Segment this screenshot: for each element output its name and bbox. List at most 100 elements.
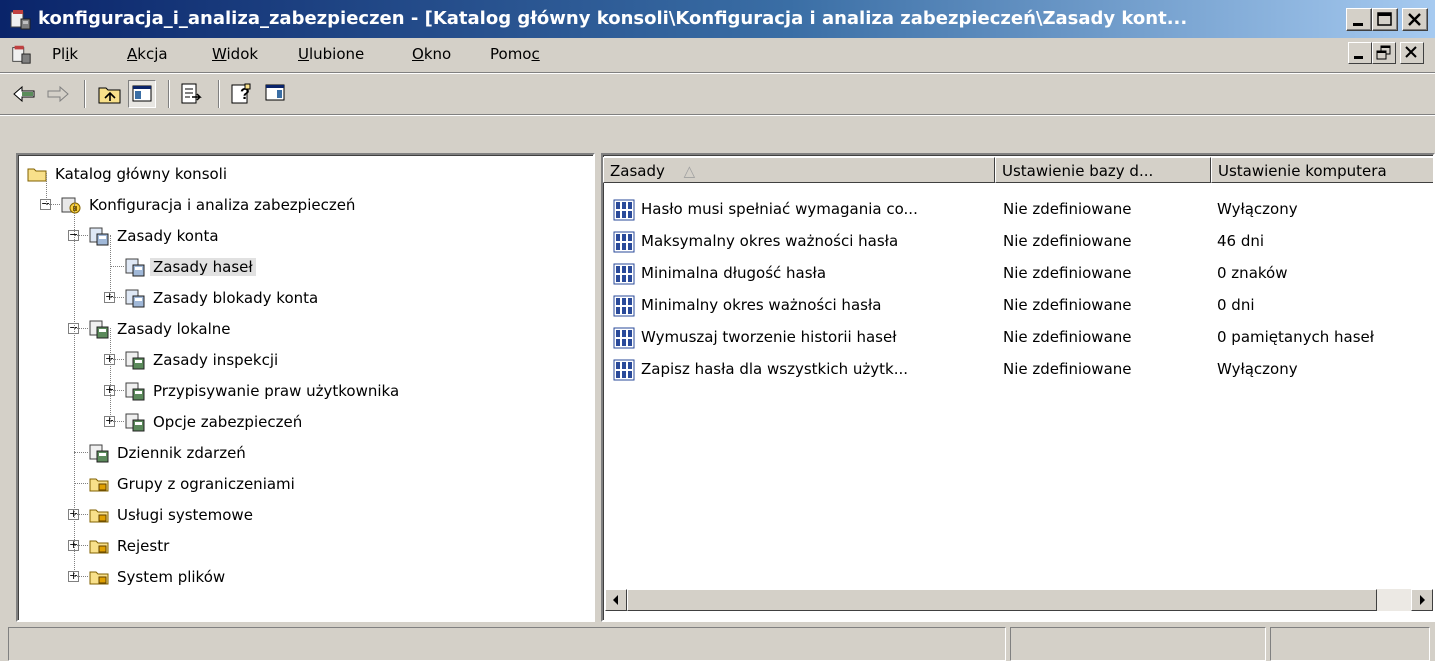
policy-name: Zapisz hasła dla wszystkich użytk... xyxy=(641,360,909,378)
menu-okno-label: Okno xyxy=(412,45,452,63)
db-setting-value: Nie zdefiniowane xyxy=(1003,264,1132,282)
tree-connector xyxy=(110,266,124,268)
tree-item[interactable]: Usługi systemowe xyxy=(88,500,256,528)
minimize-button[interactable] xyxy=(1346,8,1372,31)
tree-item[interactable]: System plików xyxy=(88,562,228,590)
computer-setting-value: Wyłączony xyxy=(1217,200,1298,218)
forward-icon xyxy=(47,85,69,103)
export-list-icon xyxy=(181,83,202,104)
maximize-icon xyxy=(1377,12,1392,26)
title-bar[interactable]: konfiguracja_i_analiza_zabezpieczen - [K… xyxy=(0,0,1435,38)
computer-setting-value: 0 pamiętanych haseł xyxy=(1217,328,1375,346)
tree-item[interactable]: Zasady inspekcji xyxy=(124,345,281,373)
tree-item[interactable]: Przypisywanie praw użytkownika xyxy=(124,376,402,404)
tree-item[interactable]: Dziennik zdarzeń xyxy=(88,438,249,466)
minimize-icon xyxy=(1354,56,1363,59)
tree-item[interactable]: Grupy z ograniczeniami xyxy=(88,469,298,497)
policy-folder-icon xyxy=(125,258,145,276)
toolbar-separator xyxy=(218,80,220,108)
scroll-right-button[interactable] xyxy=(1411,589,1433,611)
policy-row[interactable]: Minimalna długość hasła Nie zdefiniowane 0… xyxy=(603,257,1433,289)
forward-button[interactable] xyxy=(44,80,72,108)
tree-item[interactable]: Zasady konta xyxy=(88,221,222,249)
child-close-button[interactable] xyxy=(1400,42,1424,64)
up-one-level-button[interactable] xyxy=(96,80,124,108)
child-minimize-button[interactable] xyxy=(1348,42,1372,64)
folder-icon xyxy=(27,168,47,181)
accelerator-key: W xyxy=(212,45,227,63)
policy-setting-icon xyxy=(613,295,635,317)
back-icon xyxy=(13,85,35,103)
tree-connector xyxy=(46,204,60,206)
tree-item-label: Przypisywanie praw użytkownika xyxy=(153,381,400,400)
tree-item[interactable]: Opcje zabezpieczeń xyxy=(124,407,305,435)
menu-okno[interactable]: Okno xyxy=(412,45,451,63)
tree-connector xyxy=(74,235,88,237)
mmc-app-icon xyxy=(10,10,31,30)
show-hide-action-pane-button[interactable] xyxy=(262,80,290,108)
accelerator-key: U xyxy=(298,45,309,63)
scroll-thumb[interactable] xyxy=(627,589,1377,611)
tree-item[interactable]: Zasady blokady konta xyxy=(124,283,321,311)
window-title: konfiguracja_i_analiza_zabezpieczen - [K… xyxy=(38,8,1188,29)
tree-item-label: Grupy z ograniczeniami xyxy=(117,474,295,493)
child-restore-button[interactable] xyxy=(1372,42,1396,64)
column-header-zasady-label: Zasady xyxy=(610,162,665,180)
policy-row[interactable]: Maksymalny okres ważności hasła Nie zdefi… xyxy=(603,225,1433,257)
accelerator-key: c xyxy=(531,45,540,63)
console-tree[interactable]: Katalog główny konsoli Konfiguracja i ana… xyxy=(16,153,595,622)
child-window-icon[interactable] xyxy=(10,43,32,65)
menu-pomoc-label: Pomoc xyxy=(490,45,540,63)
tree-item[interactable]: Konfiguracja i analiza zabezpieczeń xyxy=(60,190,358,218)
close-button[interactable] xyxy=(1402,8,1428,31)
help-button[interactable]: ? xyxy=(228,80,256,108)
tree-item[interactable]: Zasady haseł xyxy=(124,252,256,280)
tree-connector xyxy=(74,483,88,485)
tree-item[interactable]: Katalog główny konsoli xyxy=(26,159,230,187)
db-setting-value: Nie zdefiniowane xyxy=(1003,296,1132,314)
tree-connector xyxy=(74,328,88,330)
policy-row[interactable]: Zapisz hasła dla wszystkich użytk... Nie … xyxy=(603,353,1433,385)
policy-row[interactable]: Minimalny okres ważności hasła Nie zdefin… xyxy=(603,289,1433,321)
policy-name: Maksymalny okres ważności hasła xyxy=(641,232,899,250)
menu-bar: Plik Akcja Widok Ulubione Okno Pomoc xyxy=(0,38,1435,72)
toolbar-separator-bottom xyxy=(0,114,1435,116)
details-pane[interactable]: Zasady △ Ustawienie bazy d... Ustawienie… xyxy=(601,153,1435,622)
column-header-db-setting-label: Ustawienie bazy d... xyxy=(1002,162,1154,180)
status-panel-2 xyxy=(1010,627,1266,661)
export-list-button[interactable] xyxy=(178,80,206,108)
tree-connector xyxy=(74,576,88,578)
policy-row[interactable]: Hasło musi spełniać wymagania co... Nie z… xyxy=(603,193,1433,225)
column-header-db-setting[interactable]: Ustawienie bazy d... xyxy=(995,157,1211,183)
policy-row[interactable]: Wymuszaj tworzenie historii haseł Nie zde… xyxy=(603,321,1433,353)
restore-icon xyxy=(1376,45,1391,60)
tree-item[interactable]: Rejestr xyxy=(88,531,172,559)
menu-ulubione[interactable]: Ulubione xyxy=(298,45,364,63)
menu-widok[interactable]: Widok xyxy=(212,45,258,63)
tree-item-label: Opcje zabezpieczeń xyxy=(153,412,303,431)
locked-folder-icon xyxy=(89,509,109,522)
security-config-icon xyxy=(61,197,81,213)
maximize-button[interactable] xyxy=(1372,8,1398,31)
column-header-zasady[interactable]: Zasady △ xyxy=(603,157,995,183)
toolbar-separator xyxy=(168,80,170,108)
db-setting-value: Nie zdefiniowane xyxy=(1003,200,1132,218)
menu-akcja[interactable]: Akcja xyxy=(127,45,168,63)
tree-item-label: Katalog główny konsoli xyxy=(55,164,228,183)
arrow-left-icon xyxy=(613,595,618,605)
policy-setting-icon xyxy=(613,327,635,349)
column-header-computer-setting[interactable]: Ustawienie komputera xyxy=(1211,157,1433,183)
menu-plik[interactable]: Plik xyxy=(52,45,78,63)
show-hide-tree-button[interactable] xyxy=(128,80,156,108)
menu-pomoc[interactable]: Pomoc xyxy=(490,45,540,63)
accelerator-key: O xyxy=(412,45,424,63)
policy-setting-icon xyxy=(613,199,635,221)
scroll-left-button[interactable] xyxy=(605,589,627,611)
minimize-icon xyxy=(1353,23,1363,26)
tree-item-label: Zasady inspekcji xyxy=(153,350,279,369)
computer-setting-value: 0 znaków xyxy=(1217,264,1288,282)
back-button[interactable] xyxy=(10,80,38,108)
horizontal-scrollbar[interactable] xyxy=(605,589,1433,611)
show-hide-action-pane-icon xyxy=(265,84,285,101)
db-setting-value: Nie zdefiniowane xyxy=(1003,328,1132,346)
